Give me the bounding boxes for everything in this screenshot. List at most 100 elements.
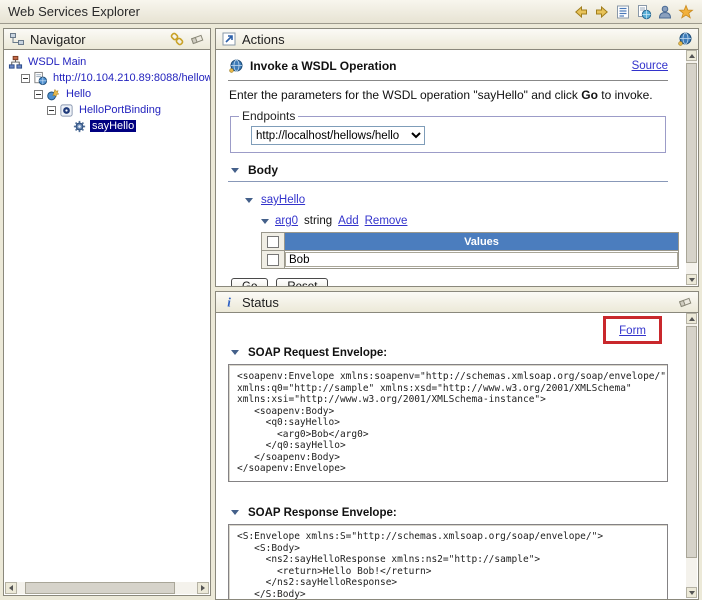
invoke-heading: Invoke a WSDL Operation [250,59,397,73]
tree-item-label: http://10.104.210.89:8088/hellows/hello?… [53,72,210,84]
row-checkbox[interactable] [267,254,279,267]
tree-item-hello[interactable]: Hello [4,86,210,102]
header-checkbox-cell [261,232,285,251]
collapse-arrow-icon[interactable] [231,510,239,515]
actions-title: Actions [242,31,285,47]
tree-item-helloportbinding[interactable]: HelloPortBinding [4,102,210,118]
arg0-link[interactable]: arg0 [275,215,298,227]
binding-icon [59,103,74,118]
scroll-left-button[interactable] [5,582,17,594]
sayhello-link[interactable]: sayHello [261,194,305,206]
scroll-up-button[interactable] [686,313,697,324]
soap-request-label: SOAP Request Envelope: [248,346,388,359]
up-arrow-icon [688,53,695,58]
navigator-toolbar [169,31,205,47]
eraser-icon[interactable] [677,294,693,310]
wsdl-url-icon [33,71,48,86]
wsdl-tree: WSDL Main http://10.104.210.89:8088/hello… [4,50,210,582]
tree-collapse-toggle[interactable] [34,89,43,99]
add-link[interactable]: Add [338,215,358,227]
scrollbar-thumb[interactable] [686,326,697,558]
scroll-down-button[interactable] [686,587,697,598]
favorites-star-icon[interactable] [678,3,694,20]
soap-response-envelope[interactable]: <S:Envelope xmlns:S="http://schemas.xmls… [228,524,668,599]
down-arrow-icon [688,277,695,282]
value-cell [284,250,679,269]
tree-item-sayhello[interactable]: sayHello [4,118,210,134]
svg-text:i: i [227,295,231,310]
eraser-icon[interactable] [189,31,205,47]
header-toolbar [573,3,702,20]
left-arrow-icon [9,585,13,591]
go-button[interactable]: Go [231,278,269,286]
down-arrow-icon [688,590,695,595]
actions-header: Actions [216,29,698,50]
info-icon: i [221,294,237,310]
navigator-icon [9,31,25,47]
form-link-row: Form [228,315,668,344]
actions-vertical-scrollbar[interactable] [686,50,697,285]
collapse-arrow-icon[interactable] [231,167,239,173]
tree-item-wsdl-main[interactable]: WSDL Main [4,54,210,70]
form-link[interactable]: Form [619,325,646,337]
instruction-prefix: Enter the parameters for the WSDL operat… [229,88,582,102]
endpoints-legend: Endpoints [242,109,296,123]
row-checkbox-cell [261,250,285,269]
invoke-icon[interactable] [677,31,693,47]
tree-item-label: WSDL Main [28,56,87,68]
actions-panel: Actions Invoke a WSDL Operation Source E… [215,28,699,287]
right-arrow-icon [201,585,205,591]
scroll-right-button[interactable] [197,582,209,594]
table-header-row: Values [261,232,679,251]
link-icon[interactable] [169,31,185,47]
service-icon [46,87,61,102]
actions-toolbar [677,31,693,47]
divider [228,80,668,81]
remove-link[interactable]: Remove [365,215,408,227]
person-search-icon[interactable] [657,4,673,20]
instruction-go: Go [581,88,598,102]
arg0-value-input[interactable] [285,252,678,267]
scroll-down-button[interactable] [686,274,697,285]
scrollbar-track[interactable] [686,324,697,587]
collapse-arrow-icon[interactable] [261,218,269,224]
endpoints-fieldset: Endpoints http://localhost/hellows/hello [230,109,666,153]
tree-item-label: sayHello [90,120,137,132]
scrollbar-track[interactable] [686,61,697,274]
table-row [261,250,679,269]
instruction-text: Enter the parameters for the WSDL operat… [229,88,668,102]
back-icon[interactable] [573,4,589,20]
scrollbar-thumb[interactable] [686,63,697,263]
source-link[interactable]: Source [632,60,668,72]
select-all-checkbox[interactable] [267,236,279,249]
status-title: Status [242,294,279,310]
scrollbar-track[interactable] [17,582,197,594]
tree-item-http-10-104-210-89-8088-hellows-hello-ws[interactable]: http://10.104.210.89:8088/hellows/hello?… [4,70,210,86]
actions-body: Invoke a WSDL Operation Source Enter the… [216,50,686,286]
list-icon[interactable] [615,4,631,20]
operation-icon [72,119,87,134]
tree-collapse-toggle[interactable] [21,73,30,83]
scroll-up-button[interactable] [686,50,697,61]
body-section-label: Body [248,163,278,177]
status-vertical-scrollbar[interactable] [686,313,697,598]
navigator-horizontal-scrollbar[interactable] [5,582,209,594]
arg-type-label: string [304,215,333,227]
endpoint-select[interactable]: http://localhost/hellows/hello [251,126,425,145]
soap-request-envelope[interactable]: <soapenv:Envelope xmlns:soapenv="http://… [228,364,668,482]
values-column-header: Values [284,232,679,251]
invoke-operation-icon [228,58,244,74]
tree-item-label: Hello [66,88,92,100]
status-header: i Status [216,292,698,313]
collapse-arrow-icon[interactable] [231,350,239,355]
collapse-arrow-icon[interactable] [245,197,253,203]
divider [228,181,668,182]
wsdl-main-icon [8,55,23,70]
actions-icon [221,31,237,47]
reset-button[interactable]: Reset [276,278,329,286]
document-globe-icon[interactable] [636,4,652,20]
tree-collapse-toggle[interactable] [47,105,56,115]
scrollbar-thumb[interactable] [25,582,175,594]
forward-icon[interactable] [594,4,610,20]
navigator-header: Navigator [4,29,210,50]
